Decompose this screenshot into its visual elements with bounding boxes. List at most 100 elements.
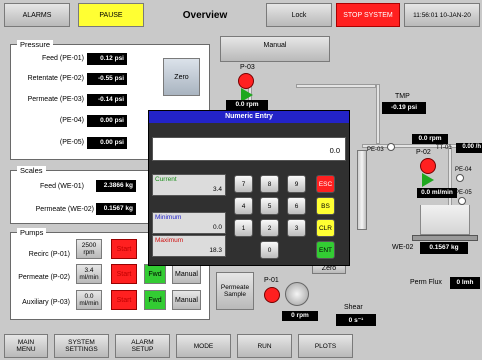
dialog-title: Numeric Entry bbox=[149, 111, 349, 123]
system-settings-line1: SYSTEM bbox=[68, 339, 95, 346]
run-button[interactable]: RUN bbox=[237, 334, 292, 358]
current-value-box: Current 3.4 bbox=[152, 174, 226, 196]
manual-mode-button[interactable]: Manual bbox=[220, 36, 330, 62]
clear-key[interactable]: CLR bbox=[316, 219, 335, 237]
pressure-value-pe01: 0.12 psi bbox=[87, 53, 127, 65]
maximum-value: 18.3 bbox=[209, 247, 222, 254]
recirc-pump-icon bbox=[285, 282, 309, 306]
pressure-value-pe03: -0.14 psi bbox=[87, 94, 127, 106]
pipe-segment bbox=[376, 84, 380, 144]
backspace-key[interactable]: BS bbox=[316, 197, 335, 215]
auxiliary-manual-button[interactable]: Manual bbox=[172, 290, 201, 310]
esc-key[interactable]: ESC bbox=[316, 175, 335, 193]
minimum-value: 0.0 bbox=[212, 224, 222, 231]
numeric-entry-dialog: Numeric Entry 0.0 Current 3.4 Minimum 0.… bbox=[148, 110, 350, 266]
perm-flux-label: Perm Flux bbox=[410, 279, 442, 286]
perm-flux-value: 0 lmh bbox=[450, 277, 480, 289]
key-1[interactable]: 1 bbox=[234, 219, 253, 237]
recirc-speed-unit: rpm bbox=[83, 249, 95, 256]
permeate-fwd-button[interactable]: Fwd bbox=[144, 264, 166, 284]
main-menu-line1: MAIN bbox=[17, 339, 35, 346]
page-title: Overview bbox=[182, 9, 228, 21]
p01-speed-display: 0 rpm bbox=[282, 311, 318, 321]
auxiliary-start-button[interactable]: Start bbox=[111, 290, 137, 310]
permeate-speed-setpoint[interactable]: 3.4 ml/min bbox=[76, 264, 102, 284]
mode-button[interactable]: MODE bbox=[176, 334, 231, 358]
permeate-speed-num: 3.4 bbox=[84, 267, 94, 274]
permeate-sample-button[interactable]: Permeate Sample bbox=[216, 272, 254, 310]
plots-button[interactable]: PLOTS bbox=[298, 334, 353, 358]
auxiliary-speed-num: 0.0 bbox=[84, 293, 94, 300]
pump-label-permeate: Permeate (P-02) bbox=[18, 274, 70, 281]
datetime-display: 11:56:01 10-JAN-20 bbox=[404, 3, 480, 27]
membrane-column bbox=[357, 150, 367, 230]
system-settings-button[interactable]: SYSTEM SETTINGS bbox=[54, 334, 109, 358]
recirc-speed-num: 2500 bbox=[81, 242, 97, 249]
tt01-label: TT-01 bbox=[436, 145, 452, 151]
pump-label-auxiliary: Auxiliary (P-03) bbox=[22, 299, 70, 306]
permeate-speed-unit: ml/min bbox=[79, 274, 99, 281]
p02-flow-display: 0.0 ml/min bbox=[417, 188, 457, 198]
key-9[interactable]: 9 bbox=[287, 175, 306, 193]
pe04-gauge-icon bbox=[456, 174, 464, 182]
key-8[interactable]: 8 bbox=[260, 175, 279, 193]
alarm-setup-button[interactable]: ALARM SETUP bbox=[115, 334, 170, 358]
scales-label-we01: Feed (WE-01) bbox=[40, 183, 84, 190]
pressure-title: Pressure bbox=[17, 40, 54, 49]
key-3[interactable]: 3 bbox=[287, 219, 306, 237]
pe03-label: PE-03 bbox=[367, 147, 384, 153]
recirc-speed-setpoint[interactable]: 2500 rpm bbox=[76, 239, 102, 259]
p02-speed-top: 0.0 rpm bbox=[412, 134, 448, 144]
maximum-value-box: Maximum 18.3 bbox=[152, 235, 226, 257]
tmp-label: TMP bbox=[395, 93, 410, 100]
key-7[interactable]: 7 bbox=[234, 175, 253, 193]
pipe-segment bbox=[296, 84, 376, 88]
scales-label-we02: Permeate (WE-02) bbox=[35, 206, 94, 213]
we02-label: WE-02 bbox=[392, 244, 414, 251]
key-6[interactable]: 6 bbox=[287, 197, 306, 215]
pump-p01-status-icon[interactable] bbox=[264, 287, 280, 303]
shear-label: Shear bbox=[344, 304, 363, 311]
enter-key[interactable]: ENT bbox=[316, 241, 335, 259]
pressure-label-pe02: Retentate (PE-02) bbox=[27, 75, 84, 82]
system-settings-line2: SETTINGS bbox=[65, 346, 98, 353]
p03-speed-display: 0.0 rpm bbox=[226, 100, 268, 110]
numeric-entry-input[interactable]: 0.0 bbox=[152, 137, 346, 161]
pumps-title: Pumps bbox=[17, 228, 47, 237]
scale-platform bbox=[412, 235, 478, 241]
key-5[interactable]: 5 bbox=[260, 197, 279, 215]
permeate-manual-button[interactable]: Manual bbox=[172, 264, 201, 284]
permeate-start-button[interactable]: Start bbox=[111, 264, 137, 284]
key-2[interactable]: 2 bbox=[260, 219, 279, 237]
zero-pressure-button[interactable]: Zero bbox=[163, 58, 200, 96]
current-value: 3.4 bbox=[212, 186, 222, 193]
lock-button[interactable]: Lock bbox=[266, 3, 332, 27]
tmp-value: -0.19 psi bbox=[382, 102, 426, 114]
key-0[interactable]: 0 bbox=[260, 241, 279, 259]
pe03-gauge-icon bbox=[387, 143, 395, 151]
p02-label: P-02 bbox=[416, 149, 431, 156]
pressure-value-pe04: 0.00 psi bbox=[87, 115, 127, 127]
scales-title: Scales bbox=[17, 166, 46, 175]
alarms-button[interactable]: ALARMS bbox=[4, 3, 70, 27]
main-menu-button[interactable]: MAIN MENU bbox=[4, 334, 48, 358]
pause-button[interactable]: PAUSE bbox=[78, 3, 144, 27]
tt01-value: 0.00 /h bbox=[456, 143, 482, 153]
maximum-label: Maximum bbox=[155, 237, 184, 244]
shear-value: 0 s⁻¹ bbox=[336, 314, 376, 326]
pe05-gauge-icon bbox=[458, 197, 466, 205]
main-menu-line2: MENU bbox=[16, 346, 36, 353]
permeate-vessel bbox=[420, 205, 470, 235]
p01-label: P-01 bbox=[264, 277, 279, 284]
stop-system-button[interactable]: STOP SYSTEM bbox=[336, 3, 400, 27]
pump-p02-status-icon[interactable] bbox=[420, 158, 436, 174]
current-label: Current bbox=[155, 176, 177, 183]
key-4[interactable]: 4 bbox=[234, 197, 253, 215]
pump-p03-status-icon[interactable] bbox=[238, 73, 254, 89]
auxiliary-speed-setpoint[interactable]: 0.0 ml/min bbox=[76, 290, 102, 310]
auxiliary-fwd-button[interactable]: Fwd bbox=[144, 290, 166, 310]
pressure-value-pe05: 0.00 psi bbox=[87, 137, 127, 149]
recirc-start-button[interactable]: Start bbox=[111, 239, 137, 259]
pump-label-recirc: Recirc (P-01) bbox=[28, 251, 70, 258]
auxiliary-speed-unit: ml/min bbox=[79, 300, 99, 307]
